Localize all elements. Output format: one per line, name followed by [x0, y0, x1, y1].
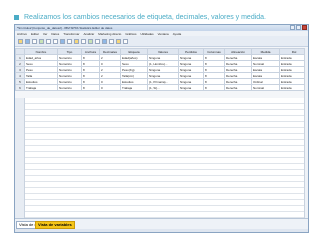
goto-case-icon[interactable]: [60, 38, 65, 44]
cell-tipo[interactable]: Numérico: [57, 84, 82, 91]
row-number-column: [15, 98, 25, 219]
variable-grid: Nombre Tipo Anchura Decimales Etiqueta V…: [15, 48, 308, 91]
tab-vista-variables[interactable]: Vista de variables: [35, 221, 75, 229]
menu-ventana[interactable]: Ventana: [158, 32, 169, 36]
cell-anchura[interactable]: 8: [81, 84, 100, 91]
cell-alineacion[interactable]: Derecha: [224, 84, 252, 91]
value-labels-icon[interactable]: [123, 38, 128, 44]
print-icon[interactable]: [32, 38, 37, 44]
insert-variable-icon[interactable]: [95, 38, 100, 44]
save-icon[interactable]: [25, 38, 30, 44]
menu-graficos[interactable]: Gráficos: [125, 32, 136, 36]
cell-perdidos[interactable]: Ninguna: [178, 84, 204, 91]
cell-nombre[interactable]: Trabaja: [24, 84, 58, 91]
menu-datos[interactable]: Datos: [51, 32, 59, 36]
menu-editar[interactable]: Editar: [31, 32, 39, 36]
menu-marketing[interactable]: Marketing directo: [98, 32, 121, 36]
status-bar: [15, 229, 308, 232]
cell-valores[interactable]: {1, Sí}...: [147, 84, 179, 91]
caption-text: Realizamos los cambios necesarios de eti…: [24, 13, 267, 21]
select-cases-icon[interactable]: [116, 38, 121, 44]
minimize-icon[interactable]: [290, 25, 295, 30]
find-icon[interactable]: [81, 38, 86, 44]
toolbar: [15, 36, 308, 47]
table-row: 6 Trabaja Numérico 8 0 Trabaja {1, Sí}..…: [15, 84, 308, 91]
cell-columnas[interactable]: 8: [203, 84, 225, 91]
title-bar: *Sin título2 [Conjunto_de_datos2] - IBM …: [15, 25, 308, 31]
maximize-icon[interactable]: [296, 25, 301, 30]
vertical-scrollbar[interactable]: [304, 48, 308, 218]
insert-cases-icon[interactable]: [88, 38, 93, 44]
cell-etiqueta[interactable]: Trabaja: [120, 84, 148, 91]
variables-icon[interactable]: [74, 38, 79, 44]
spss-window: *Sin título2 [Conjunto_de_datos2] - IBM …: [14, 24, 309, 233]
undo-icon[interactable]: [46, 38, 51, 44]
cell-decimales[interactable]: 0: [99, 84, 121, 91]
weight-cases-icon[interactable]: [109, 38, 114, 44]
bullet-icon: [14, 14, 19, 20]
menu-ayuda[interactable]: Ayuda: [173, 32, 181, 36]
close-icon[interactable]: [302, 25, 307, 30]
redo-icon[interactable]: [53, 38, 58, 44]
split-file-icon[interactable]: [102, 38, 107, 44]
slide-caption: Realizamos los cambios necesarios de eti…: [14, 10, 314, 24]
cell-medida[interactable]: Nominal: [251, 84, 280, 91]
open-icon[interactable]: [18, 38, 23, 44]
window-controls: [290, 25, 307, 30]
menu-transformar[interactable]: Transformar: [63, 32, 79, 36]
menu-analizar[interactable]: Analizar: [83, 32, 94, 36]
row-number[interactable]: 6: [15, 84, 25, 91]
menu-archivo[interactable]: Archivo: [17, 32, 27, 36]
menu-ver[interactable]: Ver: [43, 32, 48, 36]
dialog-recall-icon[interactable]: [39, 38, 44, 44]
goto-variable-icon[interactable]: [67, 38, 72, 44]
menu-utilidades[interactable]: Utilidades: [140, 32, 153, 36]
empty-grid-area[interactable]: [15, 98, 308, 219]
window-title: *Sin título2 [Conjunto_de_datos2] - IBM …: [17, 26, 113, 30]
